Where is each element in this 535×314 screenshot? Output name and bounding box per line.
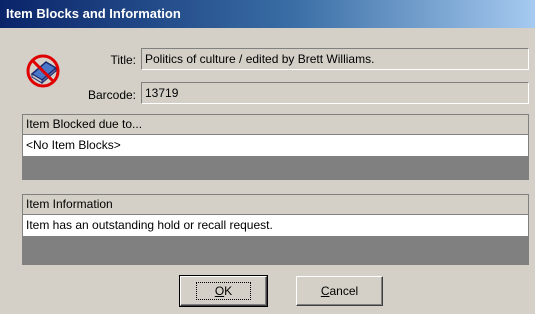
title-label: Title: [110, 53, 136, 67]
list-item[interactable]: <No Item Blocks> [23, 135, 528, 157]
item-information-list[interactable]: Item Information Item has an outstanding… [22, 194, 529, 265]
item-blocks-list[interactable]: Item Blocked due to... <No Item Blocks> [22, 114, 529, 180]
cancel-button[interactable]: Cancel [296, 276, 383, 306]
item-information-header: Item Information [23, 195, 528, 215]
barcode-label: Barcode: [87, 88, 136, 102]
cancel-label-rest: ancel [329, 284, 359, 298]
item-blocked-icon [26, 54, 60, 88]
ok-button[interactable]: OK [179, 275, 268, 307]
window-title: Item Blocks and Information [0, 0, 535, 28]
title-field[interactable]: Politics of culture / edited by Brett Wi… [141, 48, 529, 70]
item-blocks-dialog: Item Blocks and Information Title: Polit… [0, 0, 535, 314]
ok-mnemonic: O [214, 284, 225, 298]
list-item[interactable]: Item has an outstanding hold or recall r… [23, 215, 528, 237]
ok-label-rest: K [224, 284, 233, 298]
item-blocks-header: Item Blocked due to... [23, 115, 528, 135]
barcode-field[interactable]: 13719 [141, 82, 529, 104]
